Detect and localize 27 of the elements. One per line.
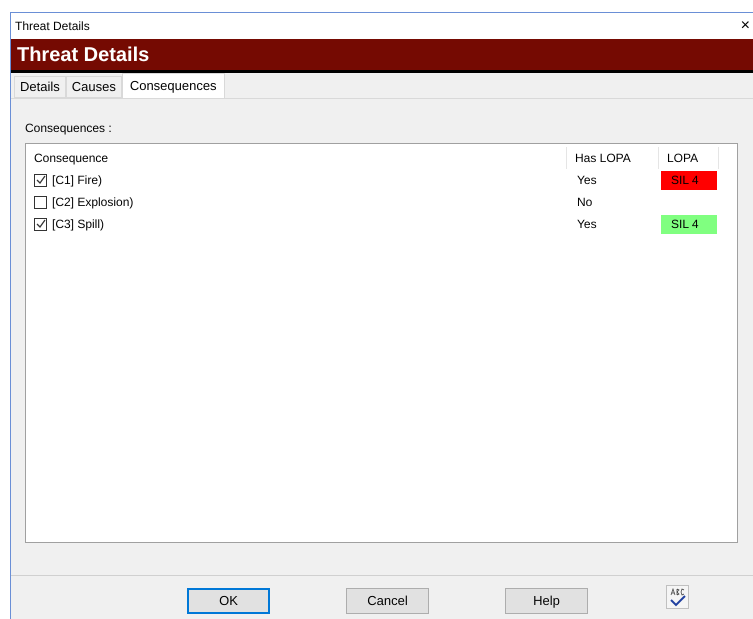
consequence-name: [C2] Explosion) — [52, 194, 134, 211]
spell-check-icon[interactable] — [666, 585, 689, 609]
consequence-name: [C3] Spill) — [52, 216, 104, 233]
has-lopa-cell-text: Yes — [576, 172, 598, 189]
checkbox[interactable] — [34, 174, 47, 186]
window-title: Threat Details — [15, 18, 90, 35]
dialog-button[interactable]: OK — [187, 588, 270, 614]
checkmark-icon — [36, 219, 46, 229]
checkbox[interactable] — [34, 196, 47, 208]
has-lopa-cell-text: Yes — [576, 216, 598, 233]
dialog-button[interactable]: Help — [505, 588, 588, 614]
close-button[interactable]: × — [740, 18, 750, 34]
column-header[interactable]: LOPA — [659, 147, 719, 169]
tab[interactable]: Details — [14, 76, 66, 98]
column-header[interactable]: Consequence — [26, 147, 567, 169]
banner-title: Threat Details — [17, 42, 150, 68]
checkbox[interactable] — [34, 218, 47, 230]
column-header[interactable]: Has LOPA — [567, 147, 659, 169]
lopa-cell: SIL 4 — [661, 214, 717, 234]
checkmark-icon — [36, 175, 46, 185]
lopa-cell: SIL 4 — [661, 170, 717, 190]
list-label: Consequences : — [25, 120, 113, 137]
dialog-button[interactable]: Cancel — [346, 588, 429, 614]
tab[interactable]: Consequences — [122, 73, 225, 98]
consequence-name: [C1] Fire) — [52, 172, 102, 189]
has-lopa-cell-text: No — [576, 194, 594, 211]
tab[interactable]: Causes — [66, 76, 122, 98]
